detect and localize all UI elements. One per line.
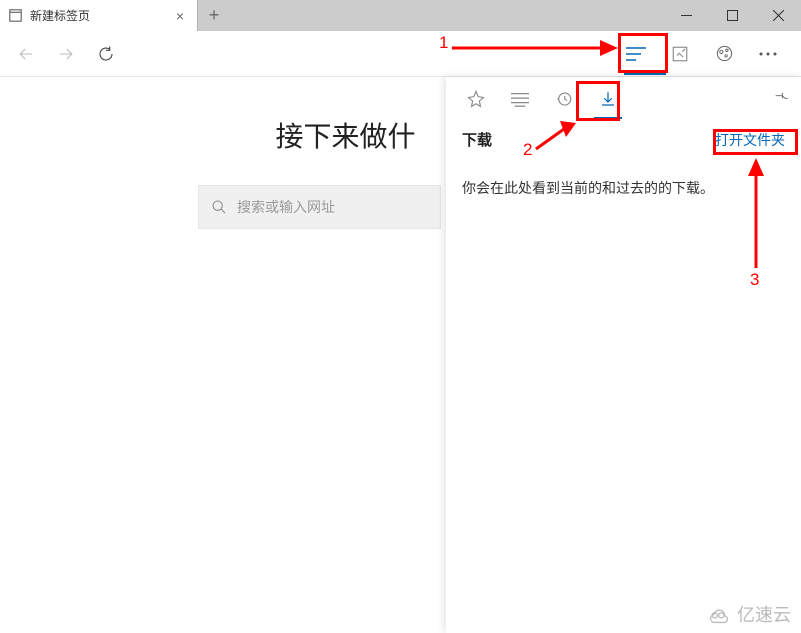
share-button[interactable] — [703, 34, 745, 74]
hub-panel: 下载 打开文件夹 你会在此处看到当前的和过去的的下载。 — [446, 77, 801, 633]
hub-tabs — [446, 77, 801, 121]
hub-empty-text: 你会在此处看到当前的和过去的的下载。 — [446, 162, 801, 214]
window-controls — [663, 0, 801, 31]
new-tab-button[interactable]: + — [198, 0, 230, 31]
close-window-button[interactable] — [755, 0, 801, 31]
toolbar — [0, 31, 801, 77]
hub-button[interactable] — [615, 34, 657, 74]
open-folder-link[interactable]: 打开文件夹 — [715, 130, 785, 150]
browser-tab[interactable]: 新建标签页 × — [0, 0, 198, 31]
watermark-text: 亿速云 — [737, 601, 791, 627]
reading-list-tab[interactable] — [500, 79, 540, 119]
hub-header: 下载 打开文件夹 — [446, 121, 801, 162]
history-tab[interactable] — [544, 79, 584, 119]
tab-title: 新建标签页 — [30, 7, 163, 24]
maximize-button[interactable] — [709, 0, 755, 31]
search-icon — [211, 199, 227, 215]
watermark: 亿速云 — [705, 601, 791, 627]
close-tab-icon[interactable]: × — [171, 7, 189, 25]
watermark-icon — [705, 601, 731, 627]
page-icon — [8, 9, 22, 23]
search-input[interactable] — [237, 199, 428, 215]
minimize-button[interactable] — [663, 0, 709, 31]
hub-button-underline — [624, 73, 666, 75]
back-button[interactable] — [6, 34, 46, 74]
pin-icon[interactable] — [773, 89, 789, 105]
refresh-button[interactable] — [86, 34, 126, 74]
tab-strip: 新建标签页 × + — [0, 0, 801, 31]
hub-title: 下载 — [462, 129, 492, 150]
more-button[interactable] — [747, 34, 789, 74]
forward-button[interactable] — [46, 34, 86, 74]
favorites-tab[interactable] — [456, 79, 496, 119]
web-note-button[interactable] — [659, 34, 701, 74]
downloads-tab[interactable] — [588, 79, 628, 119]
search-box[interactable] — [198, 185, 441, 229]
